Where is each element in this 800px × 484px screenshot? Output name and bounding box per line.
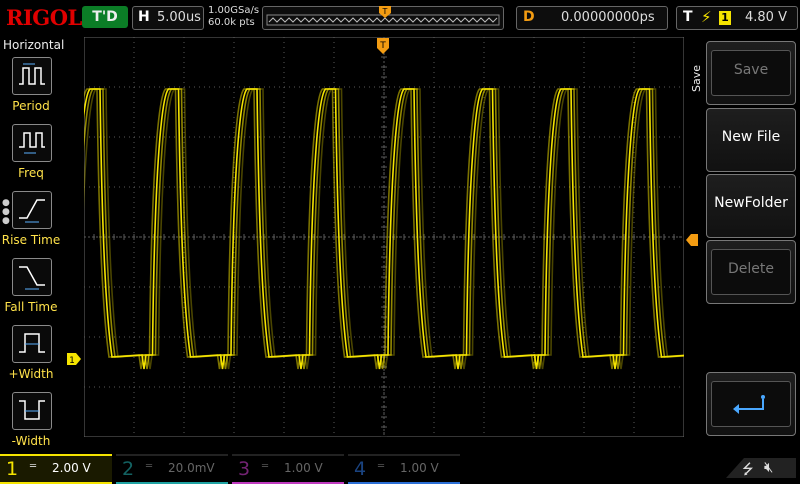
frequency-icon (19, 132, 45, 154)
speaker-mute-icon: 🔇︎ (764, 458, 774, 476)
timebase-box[interactable]: H 5.00us (132, 6, 204, 30)
channel-scale: 1.00 V (284, 461, 323, 475)
delay-key-label: D (523, 9, 535, 25)
fall-time-button[interactable] (12, 258, 52, 296)
waveform-display[interactable] (84, 37, 684, 437)
left-menu-title: Horizontal (3, 38, 65, 52)
right-menu-title: Save (690, 64, 703, 92)
rigol-logo: RIGOL (6, 5, 82, 30)
rise-time-label: Rise Time (1, 233, 61, 247)
return-button[interactable] (706, 372, 796, 436)
frequency-label: Freq (18, 166, 44, 180)
new-folder-button[interactable]: NewFolder (706, 174, 796, 238)
channel-scale: 2.00 V (52, 461, 91, 475)
memory-trigger-marker: T (379, 6, 391, 18)
timebase-value: 5.00us (157, 10, 201, 25)
horizontal-key-label: H (138, 9, 150, 25)
new-file-button[interactable]: New File (706, 108, 796, 172)
new-file-label: New File (721, 129, 781, 145)
coupling-icon: ═ (262, 461, 269, 472)
rise-time-button[interactable] (12, 191, 52, 229)
frequency-button[interactable] (12, 124, 52, 162)
sample-rate: 1.00GSa/s (208, 5, 260, 16)
trigger-position-marker[interactable]: T (377, 38, 389, 56)
menu-page-dots: ● ● ● (2, 198, 10, 226)
trigger-settings-box[interactable]: T ⚡ 1 4.80 V (676, 6, 798, 30)
channel-scale: 20.0mV (168, 461, 215, 475)
usb-icon: ⭍ (742, 462, 754, 478)
trigger-level: 4.80 V (745, 10, 787, 25)
delay-box[interactable]: D 0.00000000ps (516, 6, 668, 30)
save-button-label: Save (733, 62, 769, 78)
return-arrow-icon (733, 395, 765, 414)
delay-value: 0.00000000ps (561, 10, 655, 25)
rise-time-icon (19, 199, 45, 223)
ch1-ground-marker[interactable]: 1 (67, 353, 81, 365)
channel-number: 3 (238, 458, 251, 480)
period-button[interactable] (12, 57, 52, 95)
acquisition-info: 1.00GSa/s 60.0k pts (208, 5, 259, 29)
delete-button[interactable]: Delete (706, 240, 796, 304)
fall-time-label: Fall Time (4, 300, 58, 314)
delete-button-label: Delete (728, 261, 774, 277)
channel-number: 2 (122, 458, 135, 480)
negative-width-label: -Width (11, 434, 51, 448)
trigger-source-badge: 1 (719, 11, 731, 25)
svg-text:T: T (382, 7, 388, 16)
new-folder-label: NewFolder (714, 195, 788, 211)
positive-width-label: +Width (8, 367, 54, 381)
positive-width-icon (19, 333, 45, 353)
positive-width-button[interactable] (12, 325, 52, 363)
fall-time-icon (19, 266, 45, 290)
coupling-icon: ═ (146, 461, 153, 472)
coupling-icon: ═ (30, 461, 37, 472)
channel-number: 1 (6, 458, 19, 480)
memory-position-strip[interactable]: T (262, 6, 504, 30)
period-icon (19, 63, 45, 85)
status-icons: ⭍ 🔇︎ (726, 458, 796, 478)
channel-scale: 1.00 V (400, 461, 439, 475)
rising-edge-icon: ⚡ (701, 8, 712, 26)
svg-text:T: T (379, 41, 386, 51)
trigger-key-label: T (683, 9, 693, 25)
svg-text:1: 1 (69, 356, 75, 365)
period-label: Period (12, 99, 50, 113)
left-menu: Horizontal Period Freq ● ● ● Rise Time Fal… (0, 37, 65, 453)
save-button[interactable]: Save (706, 41, 796, 105)
trigger-status-badge: T'D (82, 6, 128, 28)
negative-width-button[interactable] (12, 392, 52, 430)
memory-depth: 60.0k pts (208, 17, 255, 28)
coupling-icon: ═ (378, 461, 385, 472)
negative-width-icon (19, 400, 45, 420)
channel-number: 4 (354, 458, 367, 480)
